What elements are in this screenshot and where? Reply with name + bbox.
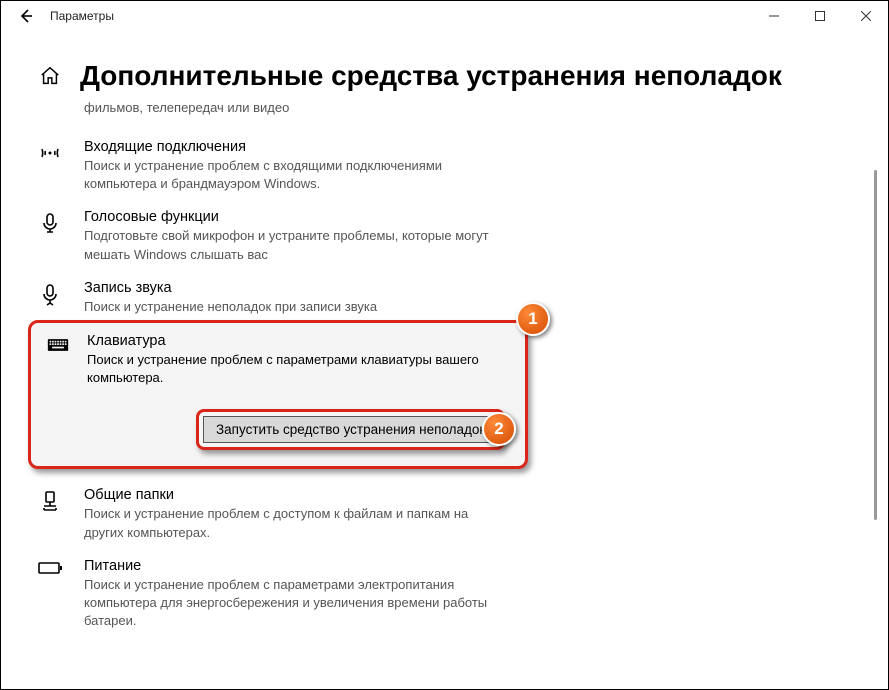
scrollbar[interactable] bbox=[874, 170, 877, 520]
troubleshoot-item-incoming[interactable]: Входящие подключения Поиск и устранение … bbox=[38, 133, 848, 203]
item-desc: Поиск и устранение проблем с входящими п… bbox=[84, 157, 504, 193]
item-title: Клавиатура bbox=[87, 333, 515, 349]
troubleshoot-item-power[interactable]: Питание Поиск и устранение проблем с пар… bbox=[38, 552, 848, 641]
annotation-frame-2: Запустить средство устранения неполадок bbox=[196, 409, 505, 450]
minimize-button[interactable] bbox=[751, 0, 797, 32]
item-video-desc-partial: фильмов, телепередач или видео bbox=[84, 100, 504, 115]
item-desc: Поиск и устранение проблем с параметрами… bbox=[87, 351, 507, 387]
battery-icon bbox=[38, 558, 66, 576]
troubleshoot-item-speech[interactable]: Голосовые функции Подготовьте свой микро… bbox=[38, 203, 848, 273]
item-desc: Поиск и устранение неполадок при записи … bbox=[84, 298, 504, 316]
troubleshoot-item-recording[interactable]: Запись звука Поиск и устранение неполадо… bbox=[38, 274, 848, 320]
window-title: Параметры bbox=[50, 9, 114, 23]
microphone-icon bbox=[38, 209, 66, 235]
item-title: Общие папки bbox=[84, 487, 848, 503]
microphone-down-icon bbox=[38, 280, 66, 306]
wifi-icon bbox=[38, 139, 66, 165]
item-desc: Поиск и устранение проблем с параметрами… bbox=[84, 576, 504, 631]
troubleshoot-item-keyboard[interactable]: Клавиатура Поиск и устранение проблем с … bbox=[28, 320, 528, 469]
item-desc: Подготовьте свой микрофон и устраните пр… bbox=[84, 227, 504, 263]
item-title: Голосовые функции bbox=[84, 209, 848, 225]
run-troubleshooter-button[interactable]: Запустить средство устранения неполадок bbox=[203, 416, 498, 443]
maximize-button[interactable] bbox=[797, 0, 843, 32]
item-title: Входящие подключения bbox=[84, 139, 848, 155]
keyboard-icon bbox=[41, 333, 69, 355]
annotation-2: 2 bbox=[482, 412, 516, 446]
item-title: Запись звука bbox=[84, 280, 848, 296]
back-button[interactable] bbox=[10, 0, 42, 32]
network-computer-icon bbox=[38, 487, 66, 513]
close-button[interactable] bbox=[843, 0, 889, 32]
home-button[interactable] bbox=[38, 64, 62, 88]
troubleshoot-item-shared-folders[interactable]: Общие папки Поиск и устранение проблем с… bbox=[38, 481, 848, 551]
annotation-1: 1 bbox=[516, 302, 550, 336]
page-title: Дополнительные средства устранения непол… bbox=[80, 60, 782, 92]
item-desc: Поиск и устранение проблем с доступом к … bbox=[84, 505, 504, 541]
item-title: Питание bbox=[84, 558, 848, 574]
